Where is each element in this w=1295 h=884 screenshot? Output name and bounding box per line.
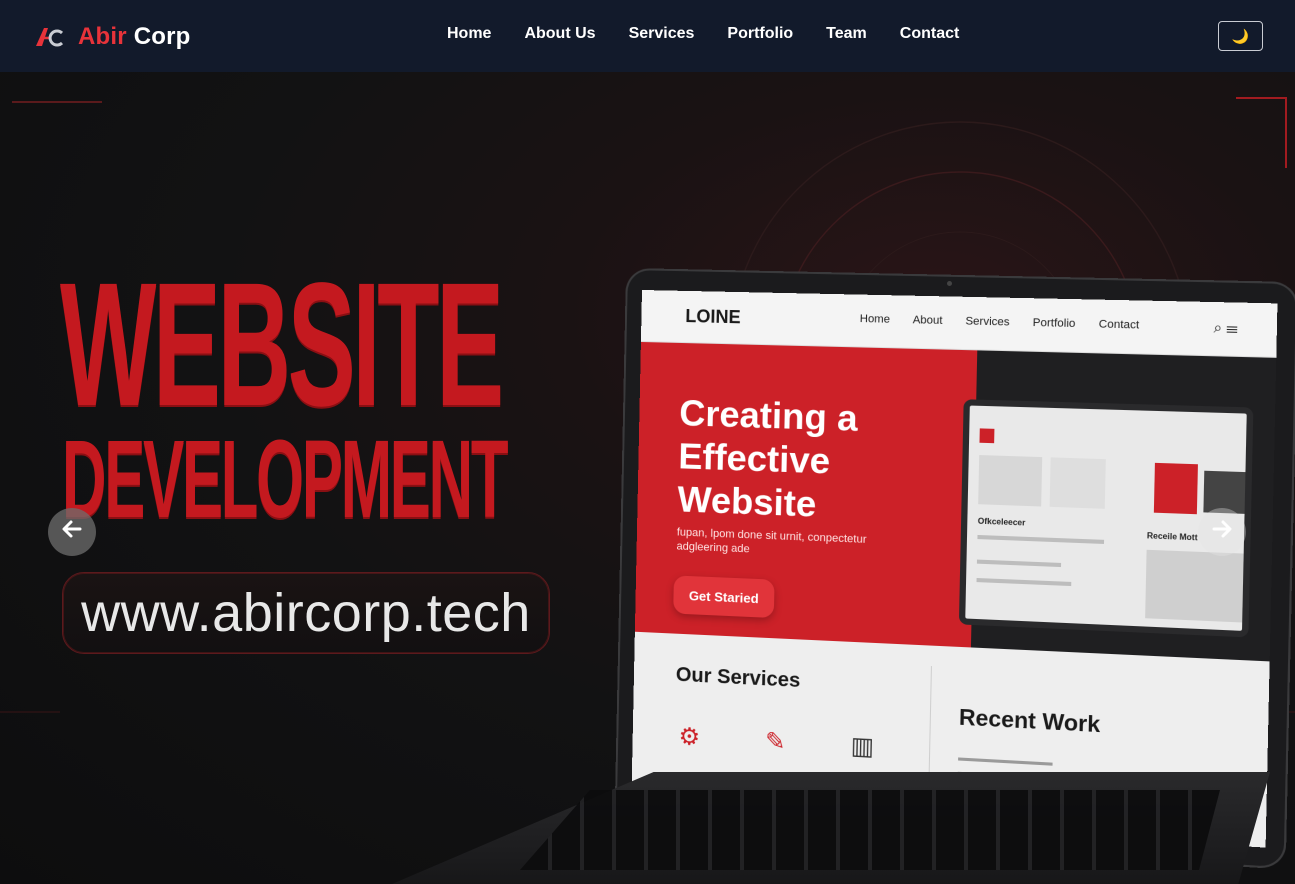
brand-name: Abir Corp	[78, 23, 191, 50]
hero-carousel: WEBSITE DEVELOPMENT www.abircorp.tech LO…	[0, 72, 1295, 884]
mock-nav-link: Portfolio	[1032, 316, 1076, 331]
arrow-right-icon	[1210, 517, 1234, 548]
mock-nav-link: Services	[965, 315, 1010, 329]
carousel-prev-button[interactable]	[48, 508, 96, 556]
gear-icon: ⚙	[678, 723, 701, 752]
nav-link-team[interactable]: Team	[825, 22, 868, 46]
ac-logo-icon	[34, 24, 68, 50]
nav-link-about-us[interactable]: About Us	[523, 22, 596, 46]
laptop-camera	[947, 281, 952, 286]
navbar: Abir Corp Home About Us Services Portfol…	[0, 0, 1295, 72]
mock-nav-link: Home	[859, 312, 891, 326]
mock-logo: LOINE	[685, 305, 741, 328]
nav-link-home[interactable]: Home	[446, 22, 492, 46]
arrow-left-icon	[60, 517, 84, 548]
laptop-keyboard	[520, 790, 1220, 870]
mock-nav-links: Home About Services Portfolio Contact	[860, 313, 1140, 332]
carousel-next-button[interactable]	[1198, 508, 1246, 556]
laptop-screen: LOINE Home About Services Portfolio Cont…	[631, 290, 1278, 848]
mock-search-menu-icon: ⌕ ☰	[1213, 318, 1238, 336]
laptop-mockup-image: LOINE Home About Services Portfolio Cont…	[0, 72, 1295, 884]
mock-cta-button: Get Staried	[673, 575, 775, 619]
mock-nav-link: Contact	[1098, 318, 1140, 332]
nav-link-contact[interactable]: Contact	[899, 22, 961, 46]
nav-links: Home About Us Services Portfolio Team Co…	[446, 22, 960, 46]
nav-link-services[interactable]: Services	[628, 22, 696, 46]
brand-link[interactable]: Abir Corp	[34, 22, 190, 52]
mock-hero-title: Creating a Effective Website	[677, 392, 859, 525]
moon-icon: 🌙	[1231, 27, 1250, 44]
mock-nav-link: About	[912, 314, 943, 328]
brush-icon: ✎	[764, 727, 786, 757]
theme-toggle-button[interactable]: 🌙	[1218, 21, 1263, 51]
device-icon: ▥	[850, 732, 875, 761]
nav-link-portfolio[interactable]: Portfolio	[726, 22, 794, 46]
